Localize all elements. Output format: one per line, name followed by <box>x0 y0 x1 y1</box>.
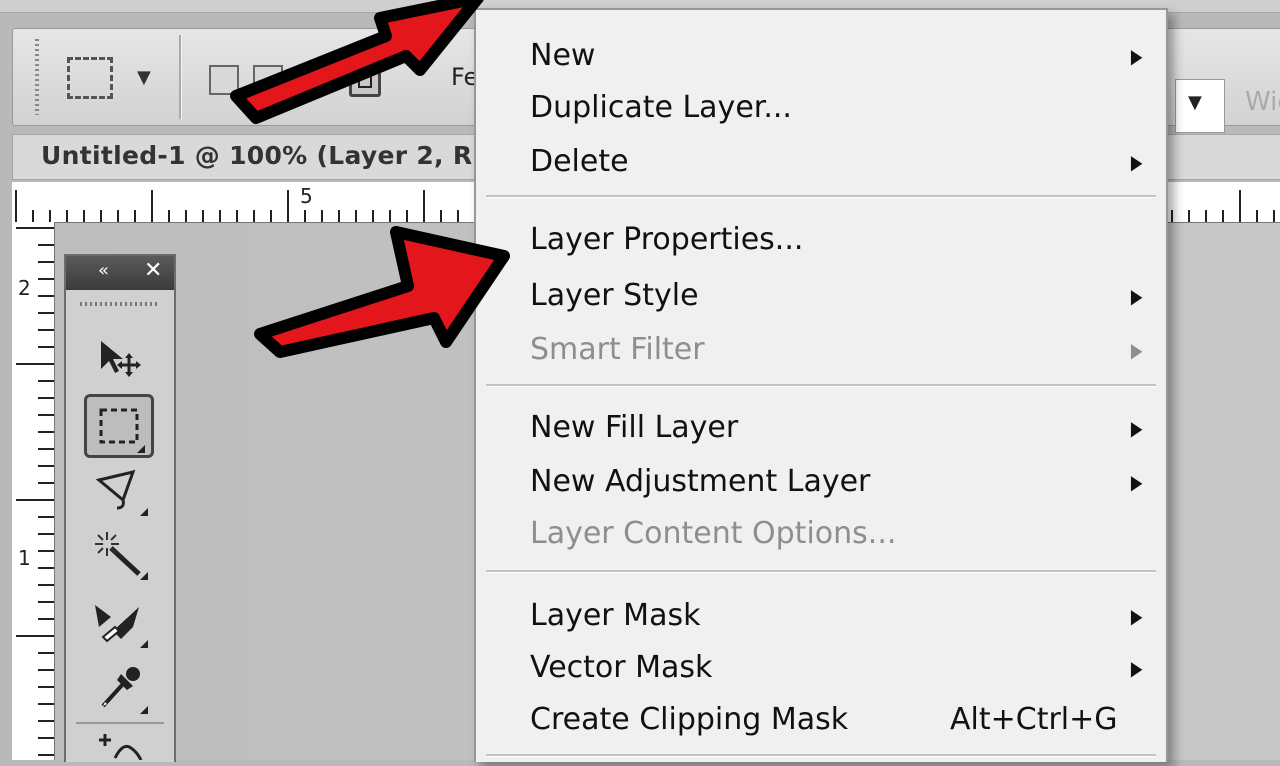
menu-item-label: Create Clipping Mask <box>530 702 849 737</box>
move-tool-icon[interactable] <box>84 328 154 386</box>
menu-item-label: Layer Style <box>530 278 699 313</box>
options-separator <box>179 35 181 119</box>
tools-panel: « ✕ <box>64 254 176 762</box>
menu-item-layer-mask[interactable]: Layer Mask ▶ <box>476 592 1166 642</box>
menu-item-layer-properties[interactable]: Layer Properties... <box>476 216 1166 266</box>
menu-item-label: Duplicate Layer... <box>530 90 792 125</box>
menu-item-label: Layer Properties... <box>530 222 804 257</box>
submenu-arrow-icon: ▶ <box>1130 150 1143 174</box>
menu-item-delete[interactable]: Delete ▶ <box>476 138 1166 188</box>
rectangular-marquee-tool-icon[interactable] <box>84 394 154 458</box>
menu-item-label: Layer Content Options... <box>530 516 897 551</box>
menu-separator <box>486 754 1156 757</box>
lasso-tool-icon[interactable] <box>84 460 154 518</box>
submenu-arrow-icon: ▶ <box>1130 656 1143 680</box>
menu-item-create-clipping-mask[interactable]: Create Clipping Mask Alt+Ctrl+G <box>476 696 1166 746</box>
menu-item-layer-style[interactable]: Layer Style ▶ <box>476 272 1166 322</box>
ruler-mark-1: 1 <box>18 546 31 570</box>
menu-separator <box>486 195 1156 198</box>
intersect-selection-button[interactable] <box>349 65 381 97</box>
new-selection-button[interactable] <box>209 65 239 95</box>
menu-item-label: Layer Mask <box>530 598 701 633</box>
crop-tool-icon[interactable] <box>84 592 154 650</box>
menu-item-label: Smart Filter <box>530 332 705 367</box>
menu-item-label: New Fill Layer <box>530 410 739 445</box>
submenu-arrow-icon: ▶ <box>1130 44 1143 68</box>
menu-item-label: Delete <box>530 144 629 179</box>
menu-item-smart-filter: Smart Filter ▶ <box>476 326 1166 376</box>
add-to-selection-button[interactable] <box>253 65 283 95</box>
tool-preset-caret-icon[interactable]: ▼ <box>137 67 151 88</box>
menu-item-label: New <box>530 38 596 73</box>
close-panel-icon[interactable]: ✕ <box>144 258 162 283</box>
chevron-down-icon: ▼ <box>1188 92 1202 113</box>
layer-menu-dropdown: New ▶ Duplicate Layer... Delete ▶ Layer Prope… <box>474 8 1168 762</box>
magic-wand-tool-icon[interactable] <box>84 524 154 582</box>
subtract-selection-button[interactable] <box>297 65 327 95</box>
add-anchor-point-tool-icon[interactable] <box>84 730 154 766</box>
menu-item-vector-mask[interactable]: Vector Mask ▶ <box>476 644 1166 694</box>
menu-item-label: Vector Mask <box>530 650 713 685</box>
menu-item-layer-content-options: Layer Content Options... <box>476 510 1166 560</box>
menu-item-new[interactable]: New ▶ <box>476 32 1166 82</box>
tools-separator <box>76 722 164 724</box>
vertical-ruler[interactable]: 2 1 <box>12 222 55 760</box>
eyedropper-tool-icon[interactable] <box>84 658 154 716</box>
ruler-mark-2: 2 <box>18 276 31 300</box>
menu-shortcut: Alt+Ctrl+G <box>950 702 1118 737</box>
submenu-arrow-icon: ▶ <box>1130 338 1143 362</box>
menu-item-new-fill-layer[interactable]: New Fill Layer ▶ <box>476 404 1166 454</box>
menu-separator <box>486 384 1156 387</box>
vertical-ruler-ticks <box>16 227 54 756</box>
document-title: Untitled-1 @ 100% (Layer 2, R <box>41 141 473 170</box>
tools-panel-grip[interactable] <box>80 302 160 306</box>
menu-item-duplicate-layer[interactable]: Duplicate Layer... <box>476 84 1166 134</box>
style-dropdown[interactable]: ▼ <box>1175 79 1225 133</box>
submenu-arrow-icon: ▶ <box>1130 416 1143 440</box>
menu-item-new-adjustment-layer[interactable]: New Adjustment Layer ▶ <box>476 458 1166 508</box>
tool-preset-marquee-icon[interactable] <box>67 57 113 99</box>
tools-panel-header[interactable]: « ✕ <box>66 256 174 290</box>
submenu-arrow-icon: ▶ <box>1130 470 1143 494</box>
menu-item-label: New Adjustment Layer <box>530 464 871 499</box>
submenu-arrow-icon: ▶ <box>1130 604 1143 628</box>
width-label: Wic <box>1245 87 1280 117</box>
menu-separator <box>486 570 1156 573</box>
options-bar-grip[interactable] <box>35 39 39 115</box>
submenu-arrow-icon: ▶ <box>1130 284 1143 308</box>
ruler-mark-5: 5 <box>300 184 313 208</box>
collapse-panel-icon[interactable]: « <box>98 260 109 281</box>
